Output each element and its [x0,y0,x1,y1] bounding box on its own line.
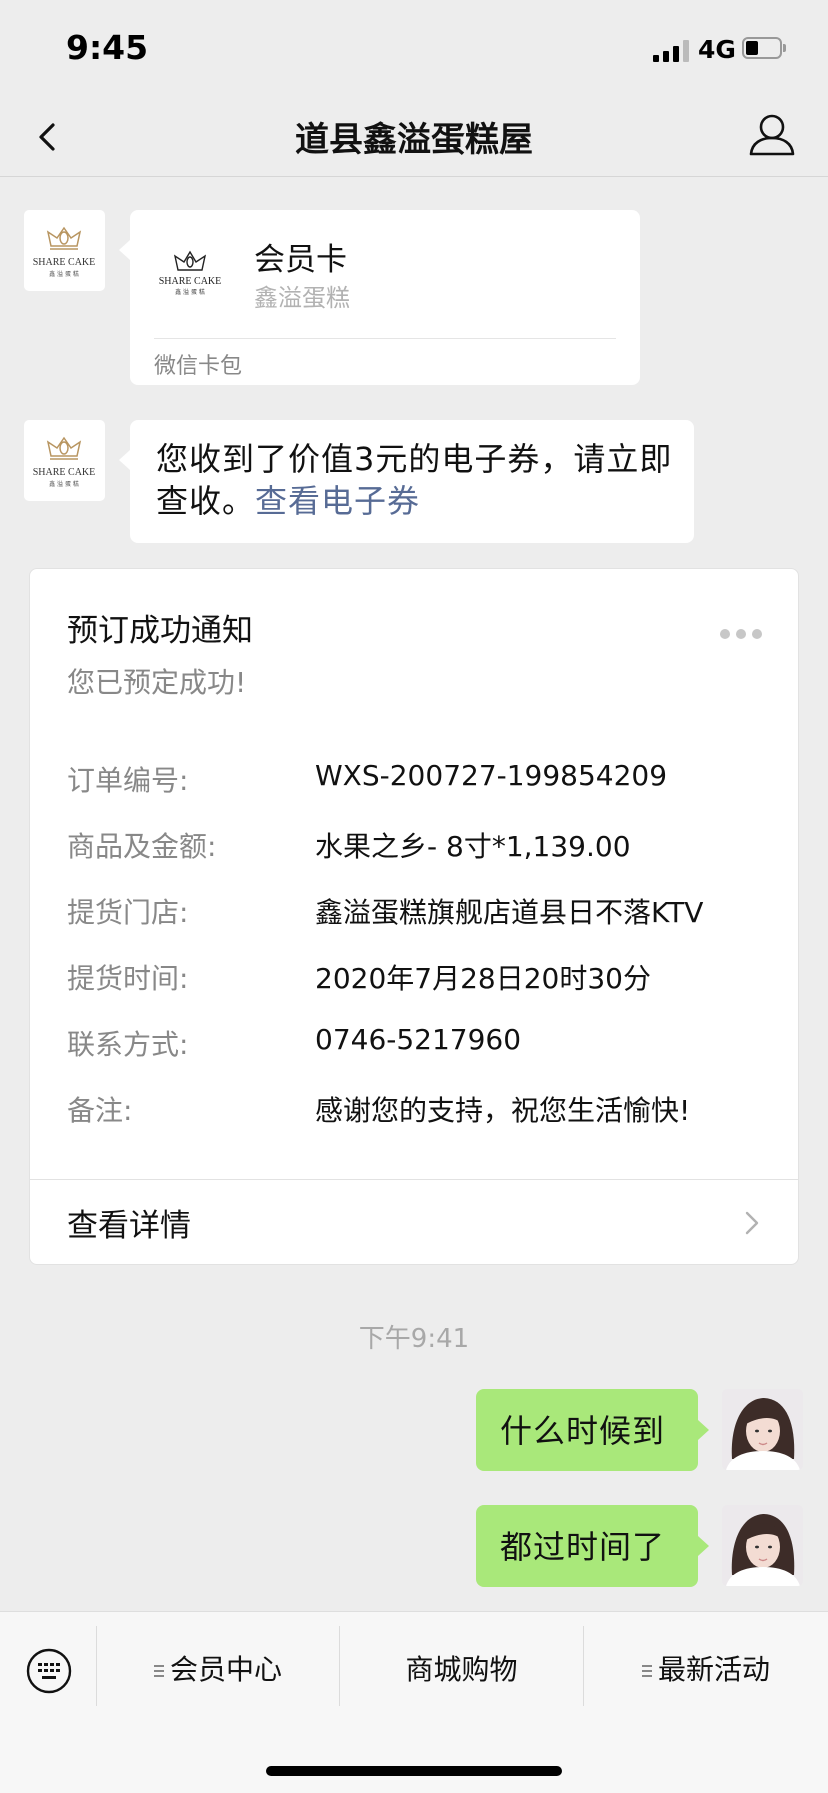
svg-text:SHARE CAKE: SHARE CAKE [33,257,96,268]
profile-icon[interactable] [746,110,798,162]
submenu-icon [153,1665,164,1677]
field-value: 水果之乡- 8寸*1,139.00 [315,830,631,863]
field-value: WXS-200727-199854209 [315,759,668,792]
field-value: 感谢您的支持，祝您生活愉快! [315,1094,691,1127]
battery-icon [742,37,788,61]
field-product: 商品及金额: 水果之乡- 8寸*1,139.00 [67,825,787,865]
divider [154,338,616,339]
message-text: 都过时间了 [500,1528,666,1566]
keyboard-icon [26,1648,72,1694]
card-source: 微信卡包 [154,354,243,379]
menu-label: 会员中心 [169,1653,282,1686]
svg-text:鑫 溢 蛋 糕: 鑫 溢 蛋 糕 [175,288,205,296]
home-indicator [266,1766,562,1776]
card-subtitle: 鑫溢蛋糕 [254,284,350,312]
message-text: 什么时候到 [500,1412,666,1450]
menu-label: 最新活动 [657,1653,770,1686]
field-label: 备注: [67,1094,133,1127]
field-pickup-time: 提货时间: 2020年7月28日20时30分 [67,957,787,997]
field-label: 商品及金额: [67,830,217,863]
field-label: 提货时间: [67,962,189,995]
field-label: 订单编号: [67,764,189,797]
share-cake-logo: SHARE CAKE 鑫 溢 蛋 糕 [152,244,228,300]
menu-mall-shopping[interactable]: 商城购物 [340,1626,583,1706]
coupon-message: 您收到了价值3元的电子券，请立即查收。查看电子券 [130,420,694,543]
member-card-message[interactable]: SHARE CAKE 鑫 溢 蛋 糕 会员卡 鑫溢蛋糕 微信卡包 [130,210,640,385]
view-details-link[interactable]: 查看详情 [30,1180,798,1264]
user-message[interactable]: 什么时候到 [476,1389,698,1471]
field-label: 提货门店: [67,896,189,929]
field-value: 0746-5217960 [315,1023,522,1056]
user-avatar[interactable] [722,1505,803,1586]
field-contact: 联系方式: 0746-5217960 [67,1023,787,1063]
network-label: 4G [698,35,736,64]
svg-text:SHARE CAKE: SHARE CAKE [159,276,222,287]
field-order-number: 订单编号: WXS-200727-199854209 [67,759,787,799]
svg-text:鑫 溢 蛋 糕: 鑫 溢 蛋 糕 [49,480,79,488]
page-title: 道县鑫溢蛋糕屋 [295,120,533,160]
user-message[interactable]: 都过时间了 [476,1505,698,1587]
card-title: 会员卡 [254,242,347,278]
field-store: 提货门店: 鑫溢蛋糕旗舰店道县日不落KTV [67,891,787,931]
notice-subtitle: 您已预定成功! [67,666,247,699]
submenu-icon [641,1665,652,1677]
menu-latest-events[interactable]: 最新活动 [584,1626,828,1706]
svg-text:SHARE CAKE: SHARE CAKE [33,467,96,478]
nav-bar: 道县鑫溢蛋糕屋 [0,100,828,177]
shop-avatar[interactable]: SHARE CAKE 鑫 溢 蛋 糕 [24,210,105,291]
chevron-right-icon [744,1208,760,1238]
notice-title: 预订成功通知 [67,613,253,649]
booking-notice-card: 预订成功通知 您已预定成功! 订单编号: WXS-200727-19985420… [29,568,799,1265]
field-value: 2020年7月28日20时30分 [315,962,651,995]
status-bar: 9:45 4G [0,0,828,100]
message-timestamp: 下午9:41 [358,1324,470,1354]
menu-label: 商城购物 [405,1653,518,1686]
user-avatar[interactable] [722,1389,803,1470]
status-time: 9:45 [66,28,149,67]
shop-avatar[interactable]: SHARE CAKE 鑫 溢 蛋 糕 [24,420,105,501]
field-value: 鑫溢蛋糕旗舰店道县日不落KTV [315,896,704,929]
menu-member-center[interactable]: 会员中心 [97,1626,339,1706]
view-coupon-link[interactable]: 查看电子券 [255,482,420,520]
field-remark: 备注: 感谢您的支持，祝您生活愉快! [67,1089,787,1129]
view-details-label: 查看详情 [67,1208,191,1244]
signal-icon [653,40,689,62]
more-icon[interactable] [720,629,764,639]
svg-text:鑫 溢 蛋 糕: 鑫 溢 蛋 糕 [49,270,79,278]
keyboard-toggle-button[interactable] [0,1626,95,1706]
field-label: 联系方式: [67,1028,189,1061]
